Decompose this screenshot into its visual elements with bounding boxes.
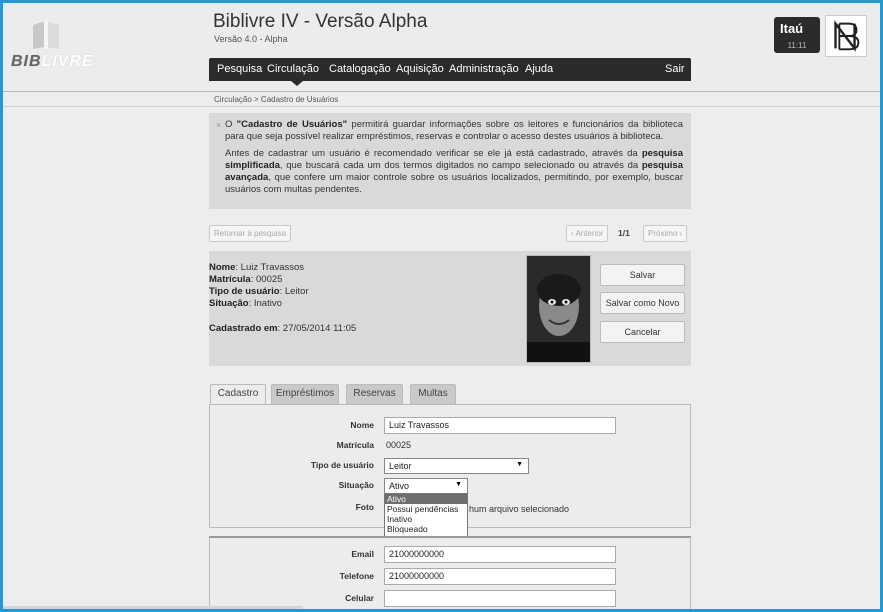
close-icon[interactable]: ×: [216, 119, 221, 131]
tab-reservas[interactable]: Reservas: [346, 384, 403, 404]
photo-label: Foto: [355, 502, 374, 512]
taskbar-strip: [3, 606, 303, 609]
status-label: Situação: [338, 480, 374, 490]
user-summary-card: Nome: Luiz Travassos Matrícula: 00025 Ti…: [209, 251, 691, 366]
menu-item-ajuda[interactable]: Ajuda: [525, 63, 553, 75]
clock: 11:11: [787, 41, 807, 50]
phone-label: Telefone: [339, 571, 374, 581]
mobile-label: Celular: [345, 593, 374, 603]
status-option-bloqueado[interactable]: Bloqueado: [385, 524, 467, 534]
info-box: × O "Cadastro de Usuários" permitirá gua…: [209, 113, 691, 209]
user-type-label: Tipo de usuário: [310, 460, 374, 470]
user-type-select[interactable]: Leitor ▼: [384, 458, 529, 474]
save-button[interactable]: Salvar: [600, 264, 685, 286]
enrollment-value: 00025: [386, 440, 412, 450]
back-to-search-button[interactable]: Retornar à pesquisa: [209, 225, 292, 242]
status-select[interactable]: Ativo ▼: [384, 478, 468, 494]
cancel-button[interactable]: Cancelar: [600, 321, 685, 343]
email-label: Email: [351, 549, 374, 559]
info-paragraph-1: O "Cadastro de Usuários" permitirá guard…: [225, 119, 683, 142]
name-input[interactable]: Luiz Travassos: [384, 417, 616, 434]
book-logo-icon: [33, 20, 59, 49]
user-photo-image: [527, 256, 590, 362]
summary-created: Cadastrado em: 27/05/2014 11:05: [209, 323, 357, 334]
browser-frame: BIBLIVRE Biblivre IV - Versão Alpha Vers…: [0, 0, 883, 612]
photo-file-status: hum arquivo selecionado: [469, 504, 570, 514]
active-menu-indicator: [291, 81, 303, 86]
user-photo: [526, 255, 591, 363]
status-option-ativo[interactable]: Ativo: [385, 494, 467, 504]
menu-item-administracao[interactable]: Administração: [449, 63, 519, 75]
status-option-possui-pendencias[interactable]: Possui pendências: [385, 504, 467, 514]
summary-name: Nome: Luiz Travassos: [209, 262, 305, 273]
bank-badge: Itaú 11:11: [774, 17, 820, 53]
app-title: Biblivre IV - Versão Alpha: [213, 11, 428, 32]
logout-link[interactable]: Sair: [665, 63, 685, 75]
monogram-logo-icon: [825, 15, 867, 57]
header: BIBLIVRE Biblivre IV - Versão Alpha Vers…: [3, 3, 880, 91]
menu-item-circulacao[interactable]: Circulação: [267, 63, 319, 75]
bank-name: Itaú: [780, 21, 804, 36]
menu-item-aquisicao[interactable]: Aquisição: [396, 63, 444, 75]
tab-cadastro[interactable]: Cadastro: [210, 384, 266, 405]
tab-multas[interactable]: Multas: [410, 384, 456, 404]
info-paragraph-2: Antes de cadastrar um usuário é recomend…: [225, 148, 683, 195]
chevron-down-icon: ▼: [455, 481, 462, 488]
menu-item-pesquisa[interactable]: Pesquisa: [217, 63, 262, 75]
previous-button[interactable]: ‹ Anterior: [566, 225, 609, 242]
summary-status: Situação: Inativo: [209, 298, 282, 309]
email-input[interactable]: 21000000000: [384, 546, 616, 563]
next-button[interactable]: Próximo ›: [643, 225, 688, 242]
breadcrumb-divider: [3, 106, 880, 107]
mobile-input[interactable]: [384, 590, 616, 607]
enrollment-label: Matrícula: [336, 440, 374, 450]
tab-emprestimos[interactable]: Empréstimos: [271, 384, 339, 404]
main-menu: Pesquisa Circulação Catalogação Aquisiçã…: [209, 58, 691, 81]
save-as-new-button[interactable]: Salvar como Novo: [600, 292, 685, 314]
phone-input[interactable]: 21000000000: [384, 568, 616, 585]
logo-text: BIBLIVRE: [11, 53, 94, 70]
header-divider: [3, 91, 880, 92]
menu-item-catalogacao[interactable]: Catalogação: [329, 63, 391, 75]
app-version: Versão 4.0 - Alpha: [214, 34, 288, 44]
record-counter: 1/1: [618, 228, 630, 238]
breadcrumb[interactable]: Circulação > Cadastro de Usuários: [214, 95, 338, 104]
summary-user-type: Tipo de usuário: Leitor: [209, 286, 309, 297]
chevron-down-icon: ▼: [516, 461, 523, 468]
summary-enrollment: Matrícula: 00025: [209, 274, 283, 285]
status-option-inativo[interactable]: Inativo: [385, 514, 467, 524]
name-label: Nome: [350, 420, 374, 430]
